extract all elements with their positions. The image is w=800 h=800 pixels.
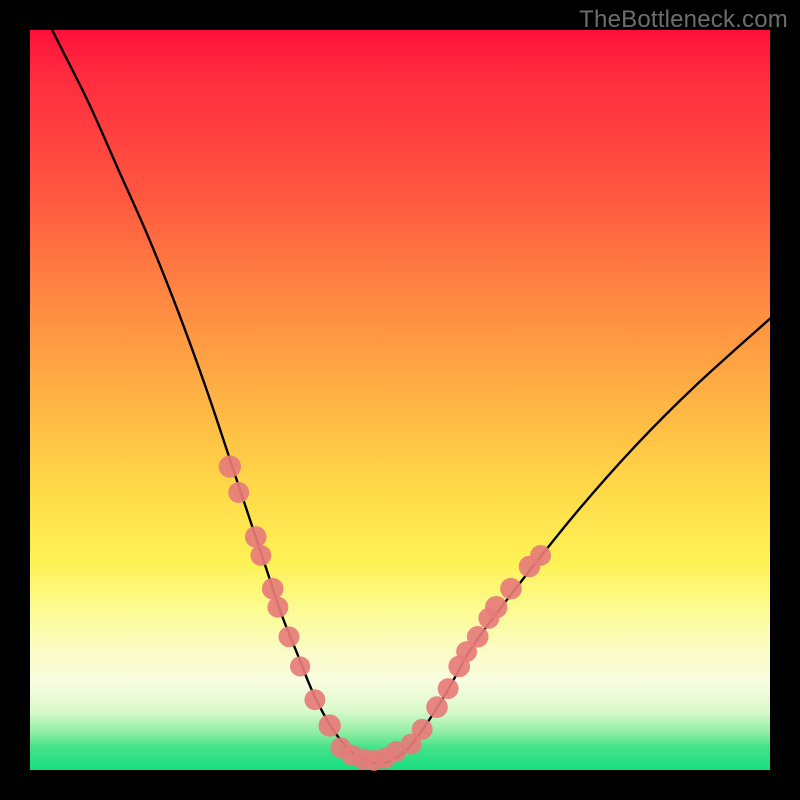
chart-frame: TheBottleneck.com: [0, 0, 800, 800]
highlight-dot: [438, 678, 459, 699]
highlight-dot: [530, 545, 551, 566]
highlight-dots-group: [219, 455, 551, 770]
highlight-dot: [245, 526, 267, 548]
highlight-dot: [250, 545, 271, 566]
highlight-dot: [279, 626, 300, 647]
highlight-dot: [267, 597, 288, 618]
highlight-dot: [485, 596, 507, 618]
highlight-dot: [304, 689, 325, 710]
highlight-dot: [262, 578, 284, 600]
highlight-dot: [412, 719, 433, 740]
plot-area: [30, 30, 770, 770]
highlight-dot: [467, 626, 489, 648]
highlight-dot: [319, 714, 341, 736]
highlight-dot: [219, 455, 241, 477]
highlight-dot: [426, 696, 448, 718]
highlight-dot: [228, 482, 249, 503]
chart-svg: [30, 30, 770, 770]
bottleneck-curve: [30, 0, 770, 764]
highlight-dot: [500, 578, 522, 600]
highlight-dot: [290, 656, 310, 676]
